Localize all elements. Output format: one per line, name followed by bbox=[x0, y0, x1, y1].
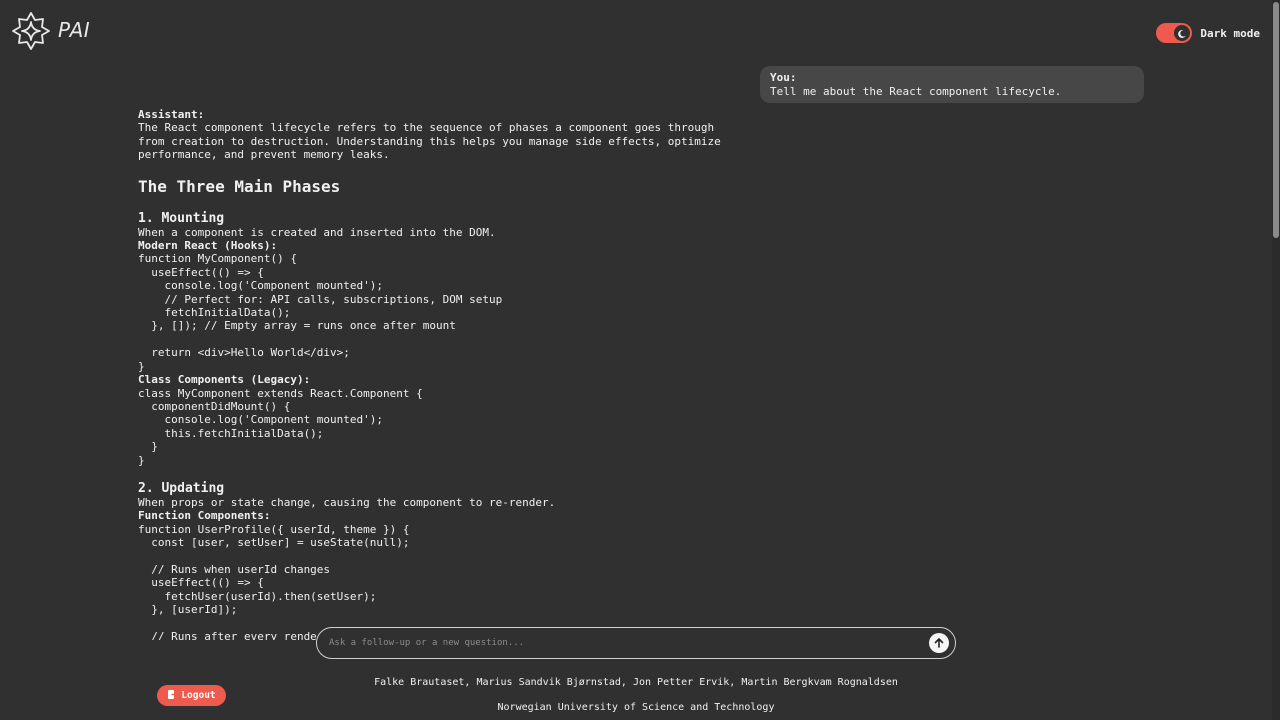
question-input-box[interactable] bbox=[316, 627, 956, 659]
phases-heading: The Three Main Phases bbox=[138, 176, 341, 196]
user-role-label: You: bbox=[770, 71, 797, 84]
chat-area: You: Tell me about the React component l… bbox=[0, 0, 1272, 640]
scrollbar-thumb[interactable] bbox=[1273, 2, 1279, 238]
authors-credit: Falke Brautaset, Marius Sandvik Bjørnsta… bbox=[374, 677, 898, 688]
class-label: Class Components (Legacy): bbox=[138, 373, 311, 387]
arrow-up-icon bbox=[933, 634, 945, 653]
logout-icon bbox=[167, 689, 178, 703]
user-message-bubble: You: Tell me about the React component l… bbox=[760, 66, 1144, 103]
scrollbar[interactable] bbox=[1272, 0, 1280, 720]
updating-heading: 2. Updating bbox=[138, 480, 225, 496]
updating-description: When props or state change, causing the … bbox=[138, 495, 556, 509]
assistant-message: Assistant: The React component lifecycle… bbox=[138, 108, 738, 640]
send-button[interactable] bbox=[929, 633, 949, 653]
class-code-block: class MyComponent extends React.Componen… bbox=[138, 386, 423, 467]
hooks-label: Modern React (Hooks): bbox=[138, 239, 278, 253]
function-components-label: Function Components: bbox=[138, 509, 271, 523]
question-input[interactable] bbox=[327, 637, 929, 649]
logout-label: Logout bbox=[181, 690, 216, 701]
mounting-description: When a component is created and inserted… bbox=[138, 225, 496, 239]
function-code-block: function UserProfile({ userId, theme }) … bbox=[138, 522, 410, 640]
hooks-code-block: function MyComponent() { useEffect(() =>… bbox=[138, 252, 503, 373]
user-message-text: Tell me about the React component lifecy… bbox=[770, 85, 1062, 98]
mounting-heading: 1. Mounting bbox=[138, 210, 225, 226]
university-credit: Norwegian University of Science and Tech… bbox=[497, 702, 775, 713]
assistant-role-label: Assistant: bbox=[138, 108, 205, 121]
assistant-intro: The React component lifecycle refers to … bbox=[138, 121, 721, 162]
